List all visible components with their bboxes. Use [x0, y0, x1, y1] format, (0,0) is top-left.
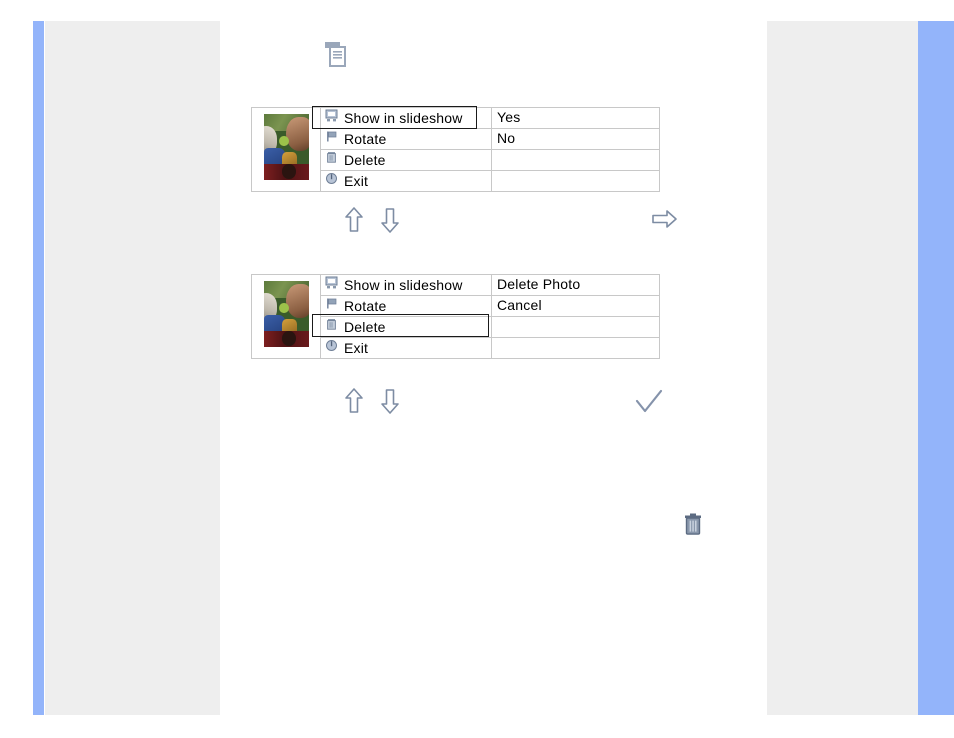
option-label: Yes — [497, 109, 521, 125]
nav-arrow-down[interactable] — [379, 206, 401, 239]
nav-arrow-up[interactable] — [343, 387, 365, 420]
menu-item-label: Rotate — [344, 298, 387, 314]
photo-thumbnail — [263, 281, 309, 347]
menu-item-delete[interactable]: Delete — [320, 316, 492, 338]
menu-item-label: Delete — [344, 319, 386, 335]
nav-arrow-up[interactable] — [343, 206, 365, 239]
option-cancel[interactable]: Cancel — [491, 295, 660, 317]
power-icon — [325, 172, 338, 190]
option-label: Delete Photo — [497, 276, 581, 292]
trash-icon — [325, 318, 338, 336]
option-empty — [491, 170, 660, 192]
right-page-accent-bar — [918, 21, 954, 715]
nav-arrow-down[interactable] — [379, 387, 401, 420]
document-list-icon — [325, 42, 349, 68]
photo-thumbnail-cell — [251, 107, 321, 192]
menu-item-delete[interactable]: Delete — [320, 149, 492, 171]
option-label: Cancel — [497, 297, 542, 313]
left-page-panel — [45, 21, 220, 715]
option-no[interactable]: No — [491, 128, 660, 150]
nav-checkmark[interactable] — [634, 388, 664, 421]
menu-item-exit[interactable]: Exit — [320, 170, 492, 192]
option-empty — [491, 149, 660, 171]
left-page-accent-bar — [33, 21, 44, 715]
option-empty — [491, 337, 660, 359]
trash-icon[interactable] — [683, 513, 703, 541]
menu-item-label: Show in slideshow — [344, 277, 463, 293]
menu-item-exit[interactable]: Exit — [320, 337, 492, 359]
photo-menu-table-slideshow: Show in slideshow Yes Rotate No Delete E… — [251, 107, 660, 192]
right-page-panel — [767, 21, 918, 715]
nav-arrow-right[interactable] — [650, 208, 678, 235]
option-yes[interactable]: Yes — [491, 107, 660, 129]
photo-thumbnail — [263, 114, 309, 180]
monitor-icon — [325, 109, 338, 127]
trash-icon — [325, 151, 338, 169]
option-label: No — [497, 130, 516, 146]
option-delete-photo[interactable]: Delete Photo — [491, 274, 660, 296]
photo-menu-table-delete: Show in slideshow Delete Photo Rotate Ca… — [251, 274, 660, 359]
menu-item-rotate[interactable]: Rotate — [320, 295, 492, 317]
flag-icon — [325, 130, 338, 148]
photo-thumbnail-cell — [251, 274, 321, 359]
option-empty — [491, 316, 660, 338]
flag-icon — [325, 297, 338, 315]
menu-item-label: Delete — [344, 152, 386, 168]
menu-item-rotate[interactable]: Rotate — [320, 128, 492, 150]
menu-item-show-in-slideshow[interactable]: Show in slideshow — [320, 274, 492, 296]
menu-item-label: Rotate — [344, 131, 387, 147]
power-icon — [325, 339, 338, 357]
menu-item-label: Exit — [344, 173, 369, 189]
menu-item-show-in-slideshow[interactable]: Show in slideshow — [320, 107, 492, 129]
monitor-icon — [325, 276, 338, 294]
menu-item-label: Show in slideshow — [344, 110, 463, 126]
menu-item-label: Exit — [344, 340, 369, 356]
